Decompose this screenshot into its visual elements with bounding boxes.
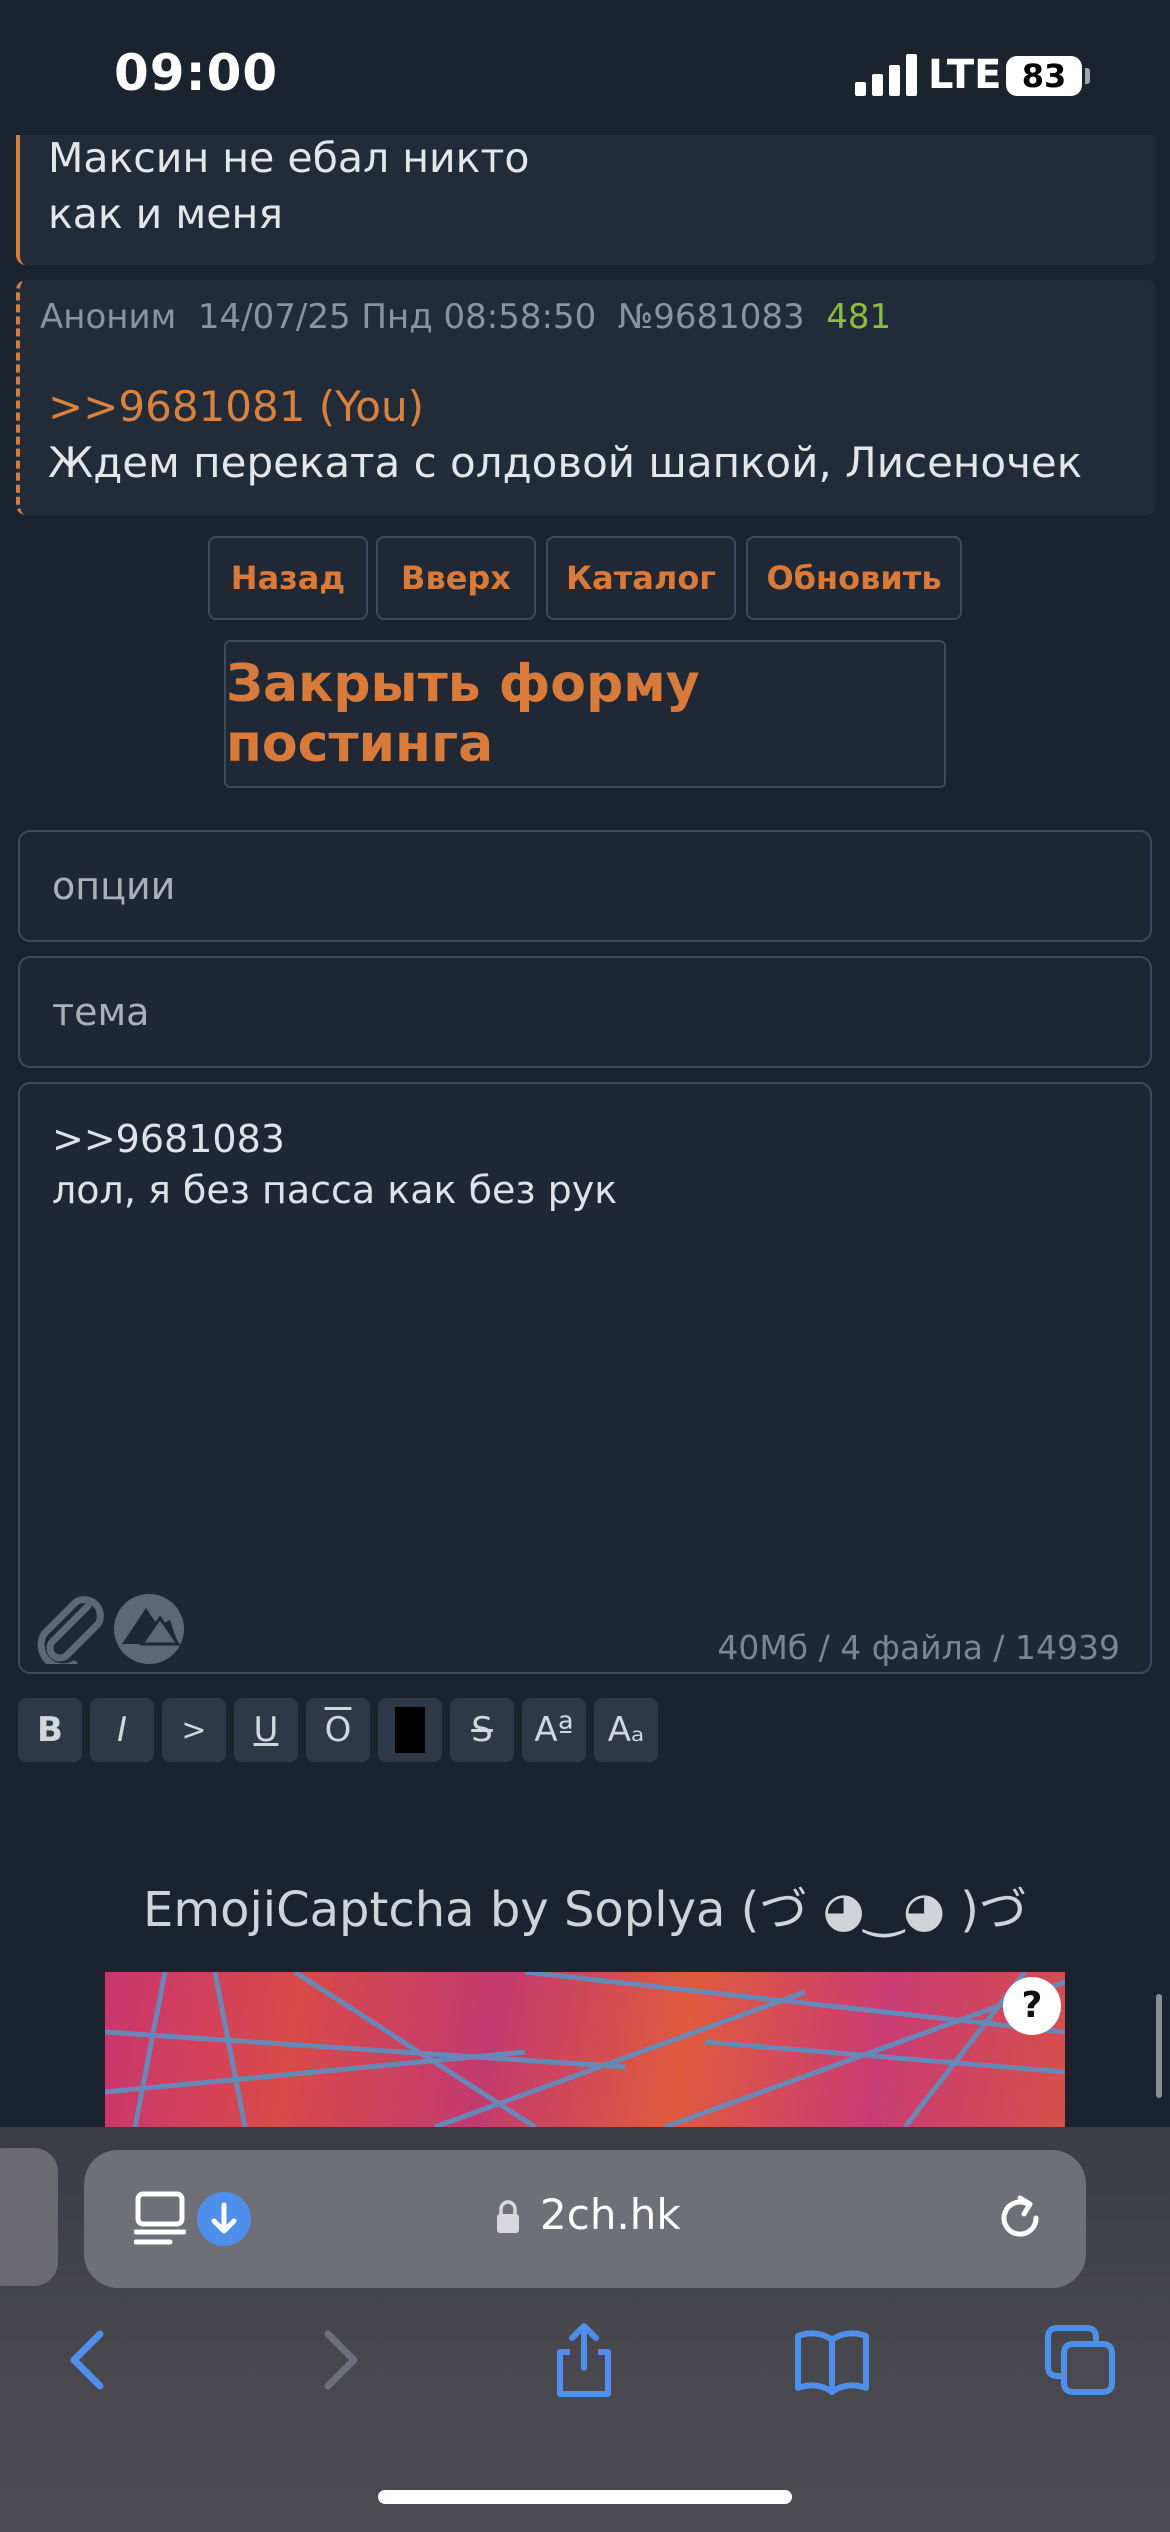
post-text: Ждем переката с олдовой шапкой, Лисеноче… <box>48 438 1083 487</box>
post-text-line: Максин не ебал никто <box>48 134 530 182</box>
italic-button[interactable]: I <box>90 1698 154 1762</box>
forward-icon[interactable] <box>302 2322 378 2398</box>
scrollbar[interactable] <box>1156 1994 1162 2098</box>
lock-icon <box>497 2200 519 2233</box>
subject-placeholder: тема <box>52 990 150 1034</box>
battery-icon: 83 <box>1006 56 1082 96</box>
post-text-line: как и меня <box>48 190 283 238</box>
captcha-noise-lines <box>105 1972 1065 2127</box>
overline-button[interactable]: O <box>306 1698 370 1762</box>
upload-limits: 40Мб / 4 файла / 14939 <box>717 1628 1120 1667</box>
catalog-button[interactable]: Каталог <box>546 536 736 620</box>
home-indicator <box>378 2490 792 2504</box>
battery-tip <box>1085 68 1090 84</box>
paperclip-icon[interactable] <box>32 1592 108 1664</box>
options-placeholder: опции <box>52 864 176 908</box>
message-line: лол, я без пасса как без рук <box>52 1168 618 1212</box>
sticker-icon[interactable] <box>112 1592 186 1666</box>
post-author: Аноним <box>40 297 177 337</box>
share-icon[interactable] <box>546 2322 622 2398</box>
superscript-button[interactable]: Aª <box>522 1698 586 1762</box>
underline-button[interactable]: U <box>234 1698 298 1762</box>
cellular-signal-icon <box>855 54 917 96</box>
download-icon[interactable] <box>197 2192 251 2246</box>
tabs-icon[interactable] <box>1042 2322 1118 2398</box>
previous-tab-peek[interactable] <box>0 2148 58 2286</box>
url-text[interactable]: 2ch.hk <box>540 2190 681 2239</box>
refresh-button[interactable]: Обновить <box>746 536 962 620</box>
post-meta: Аноним 14/07/25 Пнд 08:58:50 №9681083 48… <box>40 297 891 337</box>
reply-link[interactable]: >>9681081 (You) <box>48 382 424 431</box>
subject-field[interactable]: тема <box>18 956 1152 1068</box>
post-replies-count[interactable]: 481 <box>826 297 891 337</box>
network-type: LTE <box>928 52 1002 98</box>
post-number[interactable]: №9681083 <box>618 297 805 337</box>
reader-icon[interactable] <box>134 2190 186 2246</box>
options-field[interactable]: опции <box>18 830 1152 942</box>
status-time: 09:00 <box>114 44 279 102</box>
quote-button[interactable]: > <box>162 1698 226 1762</box>
captcha-title: EmojiCaptcha by Soplya (づ ◕‿◕ )づ <box>143 1882 1027 1938</box>
up-button[interactable]: Вверх <box>376 536 536 620</box>
close-posting-form-button[interactable]: Закрыть форму постинга <box>224 640 946 788</box>
post-datetime: 14/07/25 Пнд 08:58:50 <box>197 297 597 337</box>
strike-button[interactable]: S <box>450 1698 514 1762</box>
bookmarks-icon[interactable] <box>794 2322 870 2398</box>
captcha-help-button[interactable]: ? <box>1003 1977 1061 2035</box>
captcha-image <box>105 1972 1065 2127</box>
back-icon[interactable] <box>50 2322 126 2398</box>
back-button[interactable]: Назад <box>208 536 368 620</box>
bold-button[interactable]: B <box>18 1698 82 1762</box>
spoiler-button[interactable] <box>378 1698 442 1762</box>
subscript-button[interactable]: Aₐ <box>594 1698 658 1762</box>
reload-icon[interactable] <box>994 2192 1046 2244</box>
spoiler-swatch <box>395 1707 425 1753</box>
message-line: >>9681083 <box>52 1117 285 1161</box>
